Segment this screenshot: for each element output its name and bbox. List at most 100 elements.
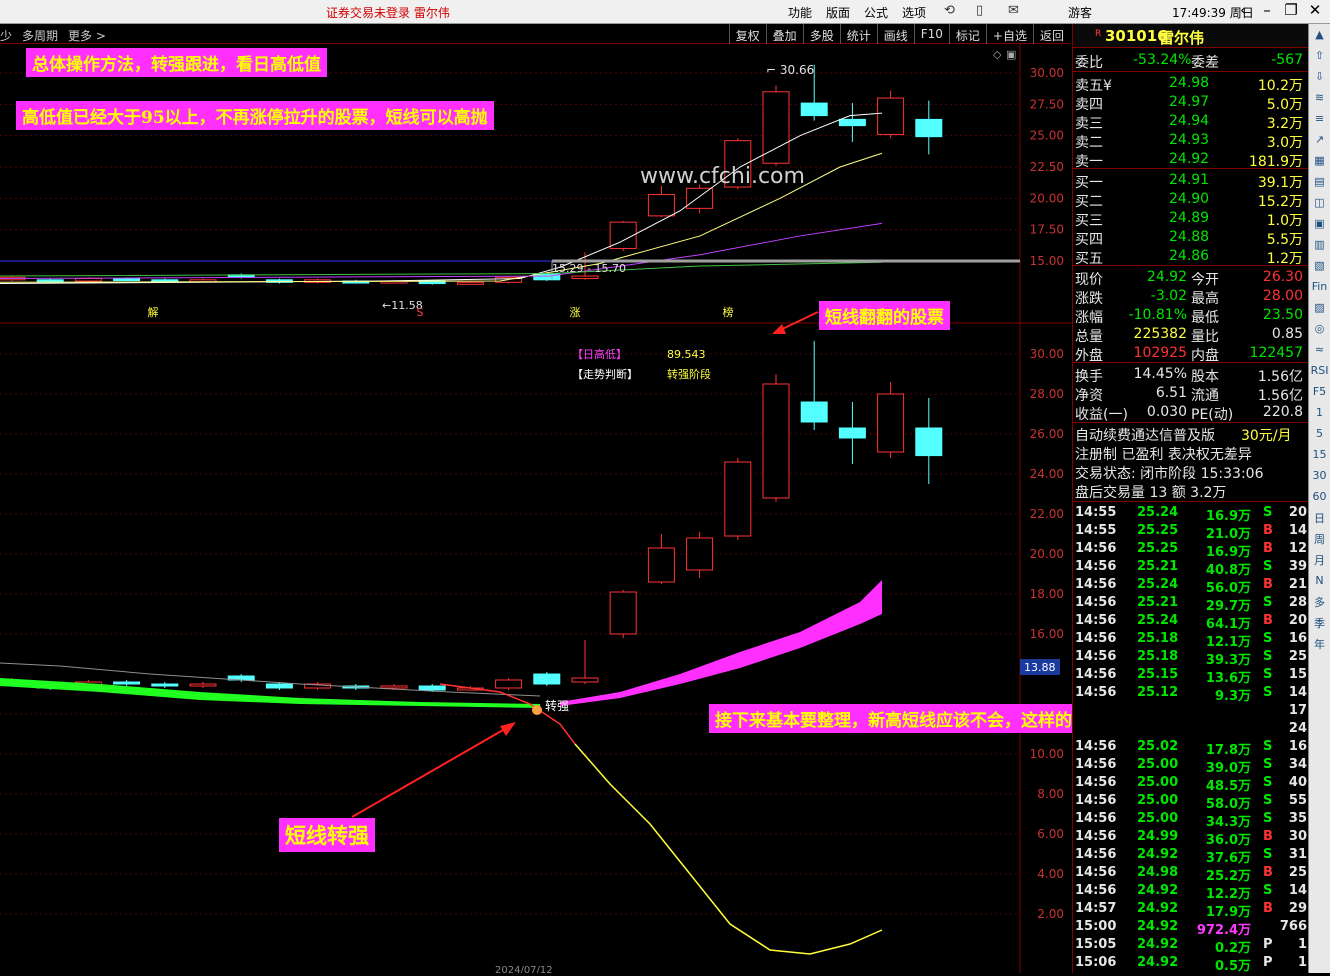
tool-button[interactable]: 周 [1309,528,1330,549]
tool-icon[interactable]: ▥ [1309,234,1330,255]
tick-price: 24.98 [1137,865,1179,880]
kline-chart-area[interactable]: 30.00 27.50 25.00 22.50 20.00 17.50 15.00 30.00… [0,44,1072,976]
annotation-method: 总体操作方法，转强跟进，看日高低值 [26,48,327,77]
tool-button[interactable]: 30 [1309,465,1330,486]
info-sub[interactable]: 自动续费通达信普及版 30元/月 [1073,424,1309,444]
tool-button[interactable]: 季 [1309,612,1330,633]
title-bar: 证券交易未登录 雷尔伟 功能 版面 公式 选项 ⟲ ▯ ✉ 游客 17:49:3… [0,0,1330,24]
ask-price: 24.93 [1169,132,1210,148]
ask-row[interactable]: 卖三 24.94 3.2万 [1073,112,1309,132]
bid-row[interactable]: 买一 24.91 39.1万 [1073,171,1309,191]
tool-icon[interactable]: Fin [1309,276,1330,297]
candle-body [915,118,943,138]
tick-price: 25.24 [1137,613,1179,628]
btn-stats[interactable]: 统计 [839,24,877,44]
back-icon[interactable]: ‹ [1232,1,1254,19]
tool-icon[interactable]: ▧ [1309,255,1330,276]
tick-side: S [1263,595,1273,610]
tick-count: 1 [1297,937,1307,952]
bid-row[interactable]: 买四 24.88 5.5万 [1073,228,1309,248]
y-tick-upper: 30.00 [1030,66,1064,80]
tool-icon[interactable]: ≈ [1309,339,1330,360]
tool-icon[interactable]: ▣ [1309,213,1330,234]
bid-row[interactable]: 买三 24.89 1.0万 [1073,209,1309,229]
tool-icon[interactable]: ◫ [1309,192,1330,213]
bid-price: 24.91 [1169,172,1210,188]
tool-icon[interactable]: ≋ [1309,87,1330,108]
tool-button[interactable]: 1 [1309,402,1330,423]
ask-row[interactable]: 卖五¥ 24.98 10.2万 [1073,74,1309,94]
stat-label: 涨幅 [1075,310,1103,326]
btn-mark[interactable]: 标记 [948,24,986,44]
tick-row: 14:56 25.00 39.0万 S 34 [1073,756,1309,776]
panel-square-icon[interactable]: ▣ [1006,48,1016,61]
tick-row: 14:56 25.00 58.0万 S 55 [1073,792,1309,812]
tool-button[interactable]: 多 [1309,591,1330,612]
user-label[interactable]: 游客 [1068,4,1092,21]
phone-icon[interactable]: ▯ [976,3,983,18]
tool-button[interactable]: 年 [1309,633,1330,654]
annotation-high-sell: 高低值已经大于95以上，不再涨停拉升的股票，短线可以高抛 [16,101,494,130]
tick-count: 29 [1288,901,1307,916]
restore-icon[interactable]: ❐ [1280,1,1302,19]
tool-icon[interactable]: ▦ [1309,150,1330,171]
tick-side: S [1263,559,1273,574]
panel-diamond-icon[interactable]: ◇ [993,48,1002,61]
menu-function[interactable]: 功能 [788,4,812,21]
bid-row[interactable]: 买五 24.86 1.2万 [1073,247,1309,267]
tick-side: B [1263,577,1273,592]
last-price-label: 13.88 [1024,661,1056,674]
tool-icon[interactable]: ≡ [1309,108,1330,129]
period-multi[interactable]: 多周期 [22,27,58,44]
tool-button[interactable]: F5 [1309,381,1330,402]
mail-icon[interactable]: ✉ [1008,3,1019,18]
tool-button[interactable]: N [1309,570,1330,591]
btn-restore-rights[interactable]: 复权 [728,24,766,44]
tool-button[interactable]: 月 [1309,549,1330,570]
tool-icon[interactable]: ▨ [1309,297,1330,318]
tool-icon[interactable]: ▤ [1309,171,1330,192]
tool-button[interactable]: 日 [1309,507,1330,528]
tool-icon[interactable]: ▲ [1309,24,1330,45]
tool-button[interactable]: 5 [1309,423,1330,444]
ask-row[interactable]: 卖四 24.97 5.0万 [1073,93,1309,113]
bid-row[interactable]: 买二 24.90 15.2万 [1073,190,1309,210]
tool-icon[interactable]: ⇩ [1309,66,1330,87]
candle-body-lower [495,679,523,689]
ask-row[interactable]: 卖二 24.93 3.0万 [1073,131,1309,151]
tick-side: S [1263,775,1273,790]
tool-button[interactable]: 15 [1309,444,1330,465]
ma-green-line [0,261,883,277]
stock-name[interactable]: 雷尔伟 [1159,27,1204,48]
y-tick-upper: 25.00 [1030,129,1064,143]
tool-icon[interactable]: ↗ [1309,129,1330,150]
main-menu: 功能 版面 公式 选项 [788,4,926,21]
tool-icon[interactable]: ◎ [1309,318,1330,339]
period-less[interactable]: 少 [0,27,12,44]
tick-price: 25.25 [1137,523,1179,538]
tool-button[interactable]: RSI [1309,360,1330,381]
kline-svg[interactable]: 30.00 27.50 25.00 22.50 20.00 17.50 15.00 30.00… [0,44,1072,976]
stat-label: 今开 [1191,272,1219,288]
btn-add-watch[interactable]: +自选 [985,24,1033,44]
minimize-icon[interactable]: – [1256,1,1278,19]
menu-options[interactable]: 选项 [902,4,926,21]
close-icon[interactable]: ✕ [1304,1,1326,19]
btn-overlay[interactable]: 叠加 [765,24,803,44]
btn-return[interactable]: 返回 [1032,24,1070,44]
btn-multi-stock[interactable]: 多股 [802,24,840,44]
candle-body-lower [189,683,217,687]
tick-price: 25.00 [1137,757,1179,772]
menu-layout[interactable]: 版面 [826,4,850,21]
tool-icon[interactable]: ⇧ [1309,45,1330,66]
menu-formula[interactable]: 公式 [864,4,888,21]
period-more[interactable]: 更多 > [68,27,106,44]
refresh-icon[interactable]: ⟲ [944,3,955,18]
tool-button[interactable]: 60 [1309,486,1330,507]
tick-count: 40 [1288,775,1307,790]
btn-draw[interactable]: 画线 [876,24,914,44]
stat-row: 涨幅 -10.81% 最低 23.50 [1073,306,1309,326]
btn-f10[interactable]: F10 [913,24,949,44]
ask-row[interactable]: 卖一 24.92 181.9万 [1073,150,1309,170]
tick-time: 15:00 [1075,919,1117,934]
